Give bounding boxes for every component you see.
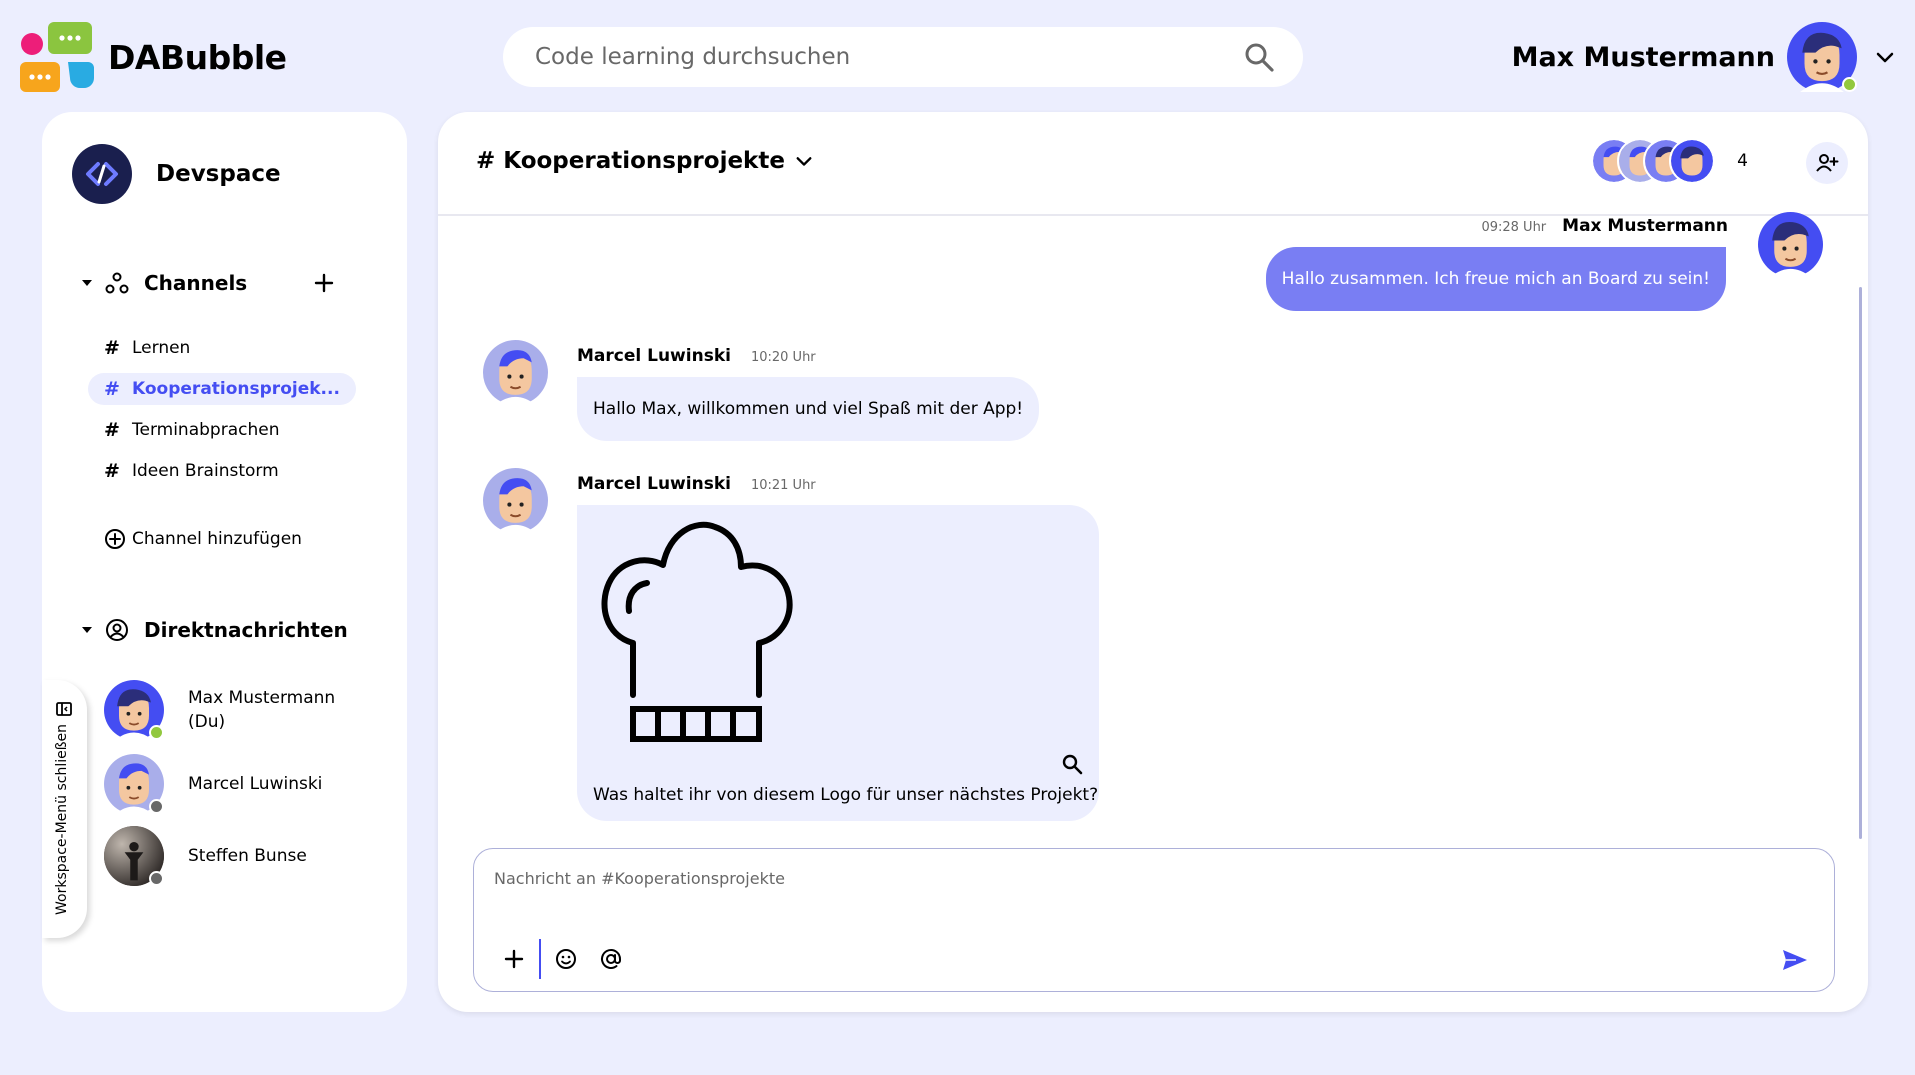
channel-item-ideen-brainstorm[interactable]: # Ideen Brainstorm [88, 455, 295, 487]
offline-status-dot [149, 871, 164, 886]
avatar [104, 826, 164, 886]
dm-label: Direktnachrichten [144, 618, 348, 642]
online-status-dot [1842, 77, 1857, 92]
channel-label: Ideen Brainstorm [132, 461, 279, 481]
side-panel-icon [56, 702, 72, 716]
app-name: DABubble [108, 37, 287, 77]
channel-item-terminabprachen[interactable]: # Terminabprachen [88, 414, 295, 446]
avatar [104, 754, 164, 814]
dm-item-max-mustermann[interactable]: Max Mustermann (Du) [104, 680, 348, 740]
search-icon[interactable] [1243, 41, 1275, 73]
channel-item-kooperationsprojekte[interactable]: # Kooperationsprojek... [88, 373, 356, 405]
message-input[interactable] [494, 869, 1794, 909]
message-avatar[interactable] [483, 340, 548, 405]
hash-icon: # [104, 460, 120, 482]
channel-label: Terminabprachen [132, 420, 280, 440]
plus-icon [504, 949, 524, 969]
dm-section-header[interactable]: Direktnachrichten [80, 615, 348, 645]
channel-item-lernen[interactable]: # Lernen [88, 332, 206, 364]
dm-name: Steffen Bunse [188, 846, 307, 866]
message-meta-own: 09:28 Uhr Max Mustermann [1481, 216, 1728, 236]
emoji-button[interactable] [552, 945, 580, 973]
message-bubble-own[interactable]: Hallo zusammen. Ich freue mich an Board … [1265, 247, 1726, 311]
add-circle-icon [105, 529, 125, 549]
message-meta: Marcel Luwinski 10:21 Uhr [577, 474, 816, 494]
send-icon[interactable] [1780, 945, 1810, 975]
offline-status-dot [149, 799, 164, 814]
dm-name: Max Mustermann (Du) [188, 688, 336, 732]
add-channel-plus-icon[interactable] [312, 271, 336, 295]
message-author[interactable]: Marcel Luwinski [577, 346, 731, 366]
current-user-avatar[interactable] [1787, 22, 1857, 92]
message-time: 10:21 Uhr [750, 478, 816, 493]
channel-title-button[interactable]: # Kooperationsprojekte [476, 148, 813, 174]
dm-item-marcel-luwinski[interactable]: Marcel Luwinski [104, 754, 348, 814]
top-header: DABubble Max Mustermann [0, 0, 1915, 112]
channel-label: Lernen [132, 338, 191, 358]
add-member-button[interactable] [1806, 142, 1848, 184]
member-count: 4 [1737, 151, 1748, 171]
message-composer [473, 848, 1835, 992]
chef-hat-image[interactable] [591, 515, 801, 745]
user-menu[interactable]: Max Mustermann [1512, 20, 1895, 94]
hash-icon: # [104, 337, 120, 359]
app-logo[interactable]: DABubble [20, 22, 287, 92]
chat-header: # Kooperationsprojekte 4 [438, 112, 1868, 216]
caret-down-icon[interactable] [80, 276, 94, 290]
attach-plus-button[interactable] [500, 945, 528, 973]
search-input[interactable] [535, 44, 1243, 70]
account-circle-icon [106, 619, 128, 641]
mention-button[interactable] [597, 945, 625, 973]
message-author[interactable]: Marcel Luwinski [577, 474, 731, 494]
hash-icon: # [104, 378, 120, 400]
current-user-name[interactable]: Max Mustermann [1512, 42, 1775, 73]
chat-scrollbar[interactable] [1859, 287, 1862, 839]
avatar [104, 680, 164, 740]
workspace-sidebar: Devspace Channels # Lernen # Kooperation… [42, 112, 407, 1012]
member-avatar [1669, 138, 1716, 184]
add-channel-button[interactable]: Channel hinzufügen [88, 523, 318, 555]
workspace-logo-icon [72, 144, 132, 204]
message-bubble[interactable]: Hallo Max, willkommen und viel Spaß mit … [577, 377, 1040, 441]
hash-icon: # [104, 419, 120, 441]
channels-icon [105, 272, 129, 294]
emoji-icon [556, 949, 576, 969]
message-text: Was haltet ihr von diesem Logo für unser… [593, 785, 1099, 805]
channel-members-button[interactable]: 4 [1591, 138, 1748, 184]
workspace-header[interactable]: Devspace [72, 144, 281, 204]
add-person-icon [1816, 154, 1839, 172]
chat-panel: # Kooperationsprojekte 4 09:28 Uhr Max M… [438, 112, 1868, 1012]
message-author[interactable]: Max Mustermann [1562, 216, 1728, 236]
message-bubble-image[interactable]: Was haltet ihr von diesem Logo für unser… [577, 505, 1099, 821]
channels-section-header[interactable]: Channels [80, 268, 247, 298]
channel-title: # Kooperationsprojekte [476, 148, 785, 174]
workspace-name: Devspace [156, 161, 281, 187]
at-sign-icon [601, 948, 621, 969]
add-channel-label: Channel hinzufügen [132, 529, 302, 549]
message-avatar[interactable] [1758, 212, 1823, 277]
message-time: 09:28 Uhr [1481, 220, 1547, 235]
caret-down-icon[interactable] [80, 623, 94, 637]
search-bar[interactable] [503, 27, 1303, 87]
channel-label: Kooperationsprojek... [132, 379, 340, 399]
channels-label: Channels [144, 271, 248, 295]
online-status-dot [149, 725, 164, 740]
chevron-down-icon [796, 157, 812, 166]
collapse-workspace-menu-label: Workspace-Menü schließen [54, 723, 70, 915]
message-meta: Marcel Luwinski 10:20 Uhr [577, 346, 816, 366]
dm-item-steffen-bunse[interactable]: Steffen Bunse [104, 826, 348, 886]
collapse-workspace-menu-button[interactable]: Workspace-Menü schließen [42, 680, 87, 938]
message-time: 10:20 Uhr [750, 350, 816, 365]
message-avatar[interactable] [483, 468, 548, 533]
chevron-down-icon[interactable] [1875, 47, 1895, 67]
dm-name: Marcel Luwinski [188, 774, 323, 794]
toolbar-divider [539, 939, 541, 979]
zoom-icon[interactable] [1061, 753, 1083, 775]
dabubble-logo-icon [20, 22, 94, 92]
